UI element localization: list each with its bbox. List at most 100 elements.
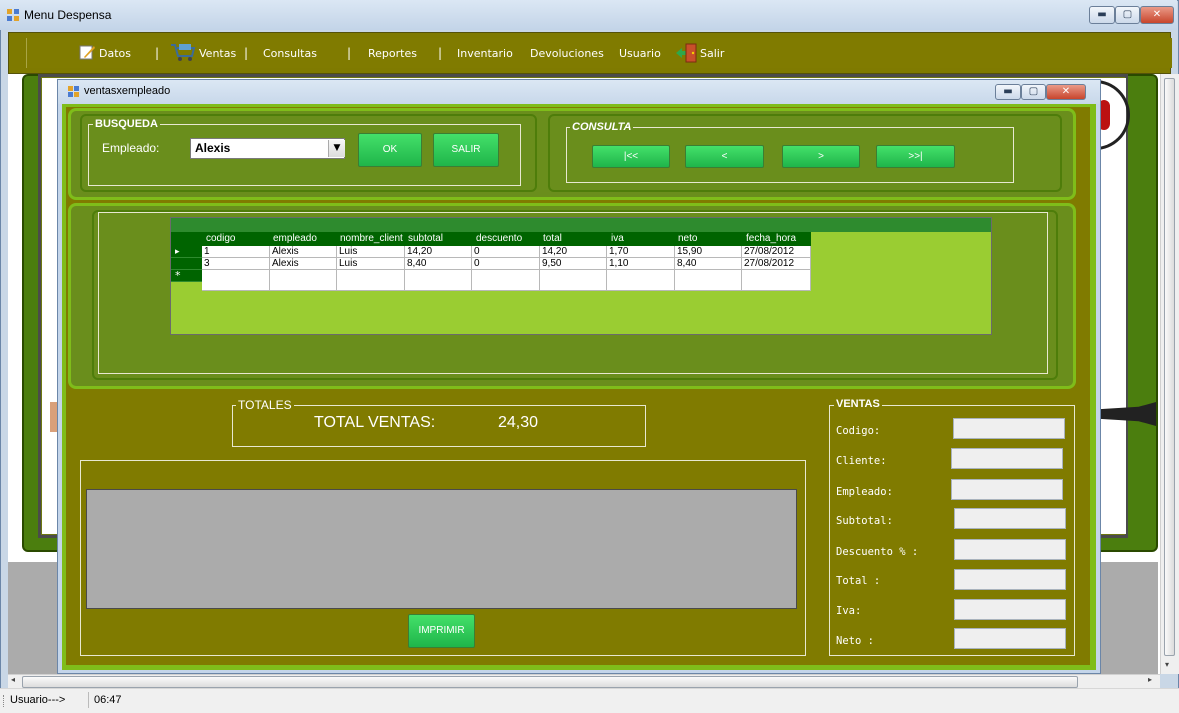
menu-separator: | bbox=[438, 46, 443, 60]
close-button[interactable]: ✕ bbox=[1140, 6, 1174, 24]
grid-cell-new[interactable] bbox=[540, 270, 607, 291]
menu-inventario[interactable]: Inventario bbox=[457, 47, 513, 60]
grid-cell[interactable]: 8,40 bbox=[405, 258, 472, 270]
grid-cell[interactable]: 1,10 bbox=[607, 258, 675, 270]
vertical-scroll-thumb[interactable] bbox=[1164, 78, 1175, 656]
row-header-new[interactable]: * bbox=[171, 270, 202, 282]
ok-button[interactable]: OK bbox=[358, 133, 422, 167]
totales-group-label: TOTALES bbox=[236, 398, 294, 412]
scroll-down-arrow-icon[interactable]: ▾ bbox=[1165, 660, 1169, 669]
grid-cell-new[interactable] bbox=[337, 270, 405, 291]
grid-top-band bbox=[171, 218, 991, 232]
grid-cell[interactable]: 1 bbox=[202, 246, 270, 258]
grid-cell[interactable]: Alexis bbox=[270, 246, 337, 258]
subtotal-field[interactable] bbox=[954, 508, 1066, 529]
column-header[interactable]: neto bbox=[678, 233, 697, 244]
grid-cell[interactable]: Alexis bbox=[270, 258, 337, 270]
total-field[interactable] bbox=[954, 569, 1066, 590]
column-header[interactable]: fecha_hora bbox=[746, 233, 796, 244]
report-viewer-area[interactable] bbox=[86, 489, 797, 609]
status-time: 06:47 bbox=[94, 694, 122, 706]
chevron-down-icon[interactable]: ▼ bbox=[328, 140, 345, 157]
grid-cell[interactable]: 15,90 bbox=[675, 246, 742, 258]
codigo-field[interactable] bbox=[953, 418, 1065, 439]
datos-icon bbox=[78, 43, 96, 64]
grid-cell[interactable]: Luis bbox=[337, 258, 405, 270]
child-app-icon bbox=[68, 86, 80, 101]
total-label: Total : bbox=[836, 575, 881, 587]
first-record-button[interactable]: |<< bbox=[592, 145, 670, 168]
neto-label: Neto : bbox=[836, 635, 874, 647]
main-title-bar[interactable]: Menu Despensa ▬ ▢ ✕ bbox=[0, 0, 1177, 30]
grid-cell-new[interactable] bbox=[607, 270, 675, 291]
menu-consultas[interactable]: Consultas bbox=[263, 47, 317, 60]
imprimir-button[interactable]: IMPRIMIR bbox=[408, 614, 475, 648]
empleado-combobox-value: Alexis bbox=[195, 141, 231, 155]
grid-cell[interactable]: 1,70 bbox=[607, 246, 675, 258]
grid-cell[interactable]: 14,20 bbox=[405, 246, 472, 258]
salir-button[interactable]: SALIR bbox=[433, 133, 499, 167]
column-header[interactable]: subtotal bbox=[408, 233, 443, 244]
column-header[interactable]: empleado bbox=[273, 233, 317, 244]
grid-cell-new[interactable] bbox=[675, 270, 742, 291]
grid-cell[interactable]: 3 bbox=[202, 258, 270, 270]
grid-cell[interactable]: 9,50 bbox=[540, 258, 607, 270]
menu-ventas[interactable]: Ventas bbox=[199, 47, 236, 60]
grid-cell-new[interactable] bbox=[270, 270, 337, 291]
column-header[interactable]: codigo bbox=[206, 233, 235, 244]
status-divider bbox=[88, 692, 89, 708]
child-window-title: ventasxempleado bbox=[84, 85, 171, 97]
column-header[interactable]: iva bbox=[611, 233, 624, 244]
child-close-button[interactable]: ✕ bbox=[1046, 84, 1086, 100]
grid-cell-new[interactable] bbox=[202, 270, 270, 291]
minimize-button[interactable]: ▬ bbox=[1089, 6, 1115, 24]
main-window-title: Menu Despensa bbox=[24, 8, 112, 22]
child-title-bar[interactable]: ventasxempleado ▬ ▢ ✕ bbox=[58, 80, 1100, 104]
column-header[interactable]: total bbox=[543, 233, 562, 244]
empleado-combobox[interactable]: Alexis ▼ bbox=[190, 138, 345, 159]
grid-cell[interactable]: 0 bbox=[472, 246, 540, 258]
cliente-label: Cliente: bbox=[836, 455, 887, 467]
menu-separator: | bbox=[155, 46, 160, 60]
grid-cell[interactable]: 0 bbox=[472, 258, 540, 270]
neto-field[interactable] bbox=[954, 628, 1066, 649]
descuento-field[interactable] bbox=[954, 539, 1066, 560]
scroll-right-arrow-icon[interactable]: ▸ bbox=[1148, 675, 1152, 684]
vertical-scrollbar[interactable]: ▾ bbox=[1160, 74, 1179, 674]
grid-cell[interactable]: 14,20 bbox=[540, 246, 607, 258]
child-minimize-button[interactable]: ▬ bbox=[995, 84, 1021, 100]
column-header[interactable]: nombre_client bbox=[340, 233, 403, 244]
iva-field[interactable] bbox=[954, 599, 1066, 620]
empleado-field[interactable] bbox=[951, 479, 1063, 500]
menu-devoluciones[interactable]: Devoluciones bbox=[530, 47, 604, 60]
next-record-button[interactable]: > bbox=[782, 145, 860, 168]
grid-cell[interactable]: 8,40 bbox=[675, 258, 742, 270]
grid-cell-new[interactable] bbox=[742, 270, 811, 291]
last-record-button[interactable]: >>| bbox=[876, 145, 955, 168]
salir-door-icon bbox=[676, 43, 698, 66]
cliente-field[interactable] bbox=[951, 448, 1063, 469]
grid-cell[interactable]: 27/08/2012 bbox=[742, 246, 811, 258]
row-header-current[interactable]: ▸ bbox=[171, 246, 202, 258]
menu-salir[interactable]: Salir bbox=[700, 47, 724, 60]
grid-cell[interactable]: Luis bbox=[337, 246, 405, 258]
menu-separator: | bbox=[347, 46, 352, 60]
scroll-left-arrow-icon[interactable]: ◂ bbox=[11, 675, 15, 684]
maximize-button[interactable]: ▢ bbox=[1115, 6, 1140, 24]
subtotal-label: Subtotal: bbox=[836, 515, 893, 527]
codigo-label: Codigo: bbox=[836, 425, 881, 437]
grid-cell[interactable]: 27/08/2012 bbox=[742, 258, 811, 270]
previous-record-button[interactable]: < bbox=[685, 145, 764, 168]
column-header[interactable]: descuento bbox=[476, 233, 522, 244]
status-grip bbox=[3, 695, 7, 707]
horizontal-scroll-thumb[interactable] bbox=[22, 676, 1078, 688]
menu-usuario[interactable]: Usuario bbox=[619, 47, 661, 60]
empleado-detail-label: Empleado: bbox=[836, 486, 893, 498]
menu-datos[interactable]: Datos bbox=[99, 47, 131, 60]
child-maximize-button[interactable]: ▢ bbox=[1021, 84, 1046, 100]
grid-cell-new[interactable] bbox=[405, 270, 472, 291]
menu-separator: | bbox=[244, 46, 249, 60]
ventas-group-label: VENTAS bbox=[834, 398, 882, 410]
menu-reportes[interactable]: Reportes bbox=[368, 47, 417, 60]
grid-cell-new[interactable] bbox=[472, 270, 540, 291]
